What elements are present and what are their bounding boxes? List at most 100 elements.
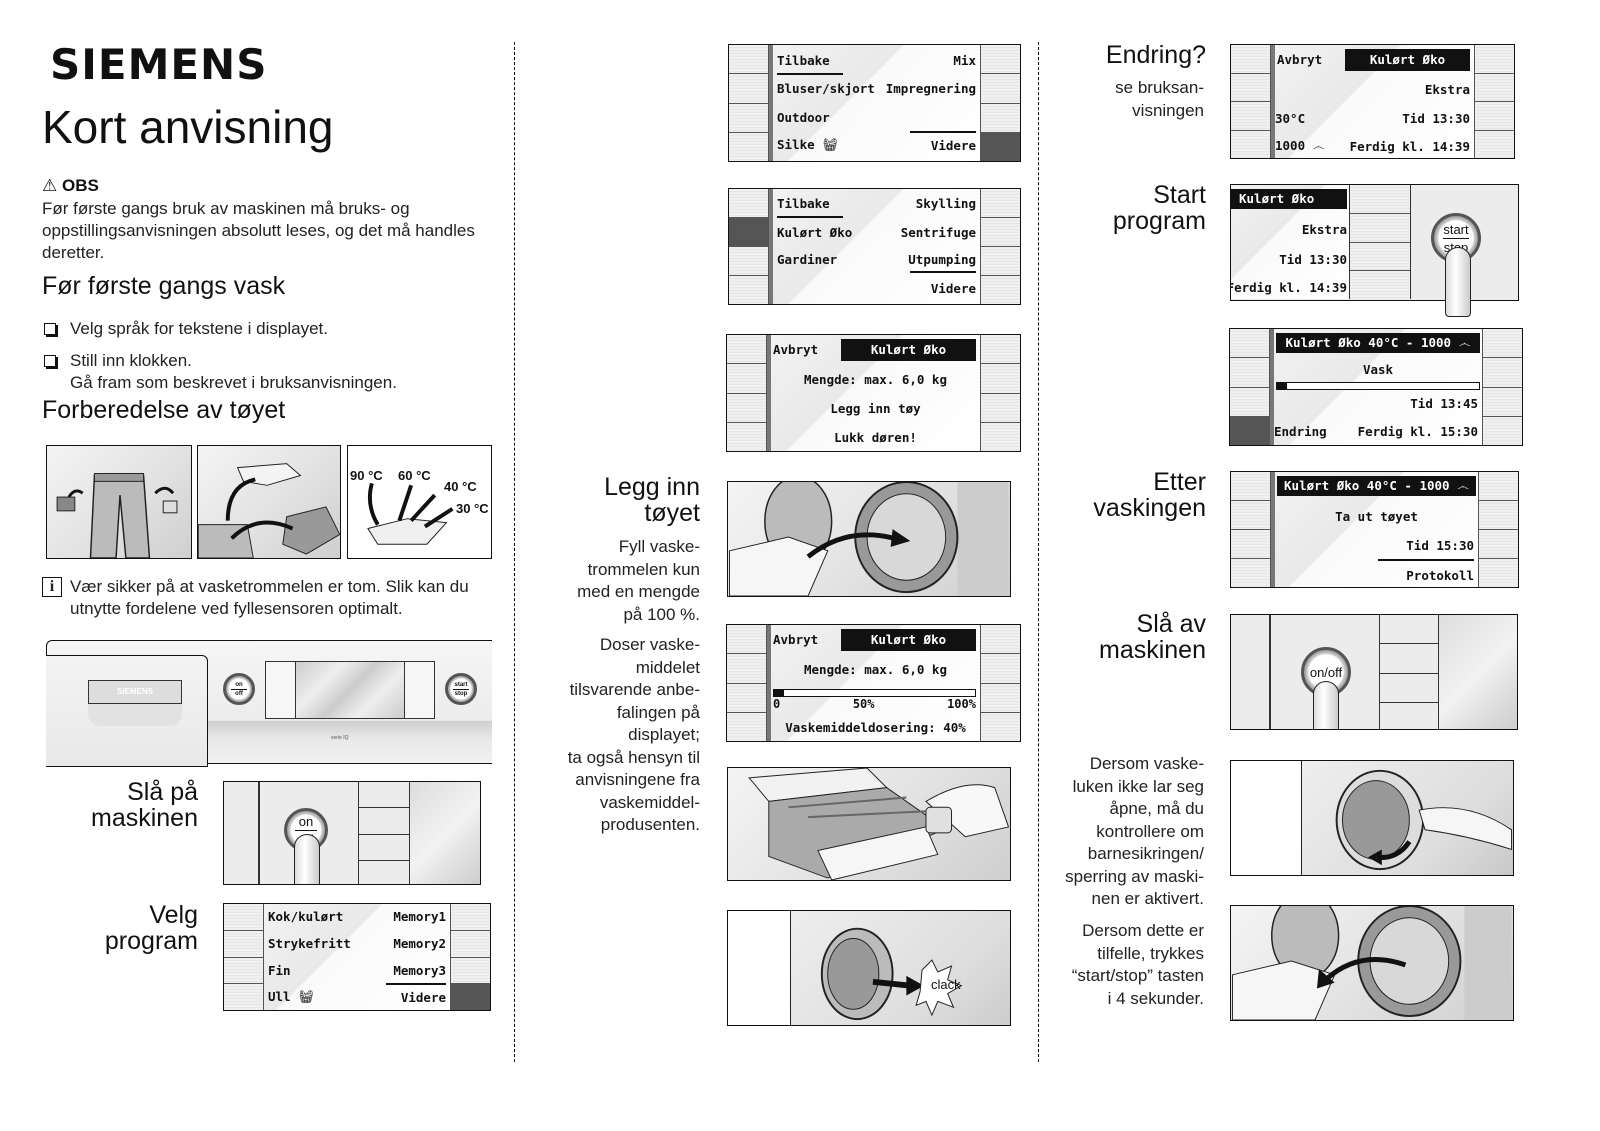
soft-key[interactable] <box>1230 358 1269 388</box>
soft-key[interactable] <box>981 103 1020 133</box>
soft-key[interactable] <box>727 712 766 741</box>
soft-key[interactable] <box>727 335 766 365</box>
soft-key[interactable] <box>1479 530 1518 559</box>
soft-key[interactable] <box>729 103 768 133</box>
menu-item[interactable]: Memory1 <box>393 909 446 924</box>
soft-key[interactable] <box>1350 242 1410 272</box>
soft-key[interactable] <box>1479 501 1518 530</box>
menu-item[interactable]: Outdoor <box>777 110 830 125</box>
soft-key[interactable] <box>727 683 766 713</box>
soft-key[interactable] <box>981 45 1020 75</box>
soft-key[interactable] <box>1483 329 1522 359</box>
soft-key[interactable] <box>1479 472 1518 501</box>
soft-key[interactable] <box>981 422 1020 451</box>
soft-key[interactable] <box>729 74 768 104</box>
menu-item[interactable]: Kok/kulørt <box>268 909 343 924</box>
soft-key[interactable] <box>981 247 1020 276</box>
soft-key[interactable] <box>451 930 490 958</box>
menu-item[interactable]: Memory3 <box>393 963 446 978</box>
menu-item[interactable]: Tilbake <box>777 196 830 211</box>
temperature-value[interactable]: 30°C <box>1275 111 1305 126</box>
detergent-drawer[interactable]: SIEMENS <box>46 655 208 767</box>
soft-key[interactable] <box>1231 559 1270 587</box>
soft-key[interactable] <box>981 712 1020 741</box>
soft-key[interactable] <box>729 45 768 75</box>
soft-key[interactable] <box>1479 559 1518 587</box>
soft-key[interactable] <box>1231 45 1270 74</box>
soft-key[interactable] <box>727 422 766 451</box>
soft-key[interactable] <box>981 218 1020 247</box>
soft-key[interactable] <box>1483 358 1522 388</box>
soft-key-active[interactable] <box>981 132 1020 161</box>
soft-key[interactable] <box>1350 271 1410 299</box>
menu-item[interactable]: Strykefritt <box>268 936 351 951</box>
soft-key[interactable] <box>1475 130 1514 158</box>
menu-item[interactable]: Mix <box>953 53 976 68</box>
menu-item[interactable]: Skylling <box>916 196 976 211</box>
soft-key[interactable] <box>981 335 1020 365</box>
soft-key[interactable] <box>224 984 263 1010</box>
cancel-softkey-label[interactable]: Avbryt <box>1275 49 1345 71</box>
soft-key[interactable] <box>1483 387 1522 417</box>
start-stop-button[interactable]: startstop <box>445 673 477 705</box>
soft-key[interactable] <box>1231 530 1270 559</box>
soft-key[interactable] <box>1475 102 1514 131</box>
soft-key[interactable] <box>451 957 490 985</box>
menu-item[interactable]: Fin <box>268 963 291 978</box>
menu-item[interactable]: Utpumping <box>908 252 976 267</box>
soft-key[interactable] <box>451 904 490 931</box>
soft-key[interactable] <box>1483 416 1522 445</box>
soft-key[interactable] <box>981 276 1020 304</box>
menu-item[interactable]: Gardiner <box>777 252 837 267</box>
soft-key-active[interactable] <box>451 984 490 1010</box>
soft-key[interactable] <box>1231 102 1270 131</box>
soft-key[interactable] <box>1475 73 1514 102</box>
soft-key[interactable] <box>981 625 1020 655</box>
soft-key[interactable] <box>729 132 768 161</box>
soft-key[interactable] <box>729 189 768 218</box>
soft-key[interactable] <box>981 74 1020 104</box>
soft-key[interactable] <box>1230 329 1269 359</box>
soft-key[interactable] <box>727 625 766 655</box>
soft-key[interactable] <box>727 364 766 394</box>
menu-item[interactable]: Kulørt Øko <box>777 225 852 240</box>
soft-key[interactable] <box>727 393 766 423</box>
soft-key[interactable] <box>1231 130 1270 158</box>
protocol-softkey-label[interactable]: Protokoll <box>1406 568 1474 583</box>
soft-key[interactable] <box>224 930 263 958</box>
menu-item[interactable]: Silke 🧺︎ <box>777 137 838 153</box>
soft-key[interactable] <box>981 364 1020 394</box>
soft-key[interactable] <box>981 393 1020 423</box>
menu-item[interactable]: Videre <box>401 990 446 1005</box>
cancel-softkey-label[interactable]: Avbryt <box>771 339 841 361</box>
menu-item[interactable]: Ekstra <box>1425 82 1470 97</box>
menu-item[interactable]: Ull 🧺︎ <box>268 989 314 1005</box>
drawer-handle[interactable] <box>88 704 182 726</box>
soft-key[interactable] <box>1350 213 1410 243</box>
menu-item[interactable]: Sentrifuge <box>901 225 976 240</box>
soft-key[interactable] <box>981 189 1020 218</box>
menu-item[interactable]: Videre <box>931 281 976 296</box>
soft-key[interactable] <box>1231 501 1270 530</box>
soft-key[interactable] <box>224 904 263 931</box>
soft-key[interactable] <box>1231 472 1270 501</box>
menu-item[interactable]: Impregnering <box>886 81 976 96</box>
on-off-button[interactable]: onoff <box>223 673 255 705</box>
soft-key[interactable] <box>981 654 1020 684</box>
soft-key-active[interactable] <box>729 218 768 247</box>
soft-key-active[interactable] <box>1230 416 1269 445</box>
menu-item[interactable]: Tilbake <box>777 53 830 68</box>
menu-item[interactable]: Memory2 <box>393 936 446 951</box>
soft-key[interactable] <box>1231 73 1270 102</box>
soft-key[interactable] <box>729 276 768 304</box>
soft-key[interactable] <box>729 247 768 276</box>
menu-item[interactable]: Bluser/skjort <box>777 81 875 96</box>
spin-value[interactable]: 1000 ෴ <box>1275 138 1325 154</box>
menu-item[interactable]: Videre <box>931 138 976 153</box>
soft-key[interactable] <box>224 957 263 985</box>
soft-key[interactable] <box>1230 387 1269 417</box>
change-softkey-label[interactable]: Endring <box>1274 424 1327 439</box>
cancel-softkey-label[interactable]: Avbryt <box>771 629 841 651</box>
soft-key[interactable] <box>727 654 766 684</box>
soft-key[interactable] <box>1475 45 1514 74</box>
